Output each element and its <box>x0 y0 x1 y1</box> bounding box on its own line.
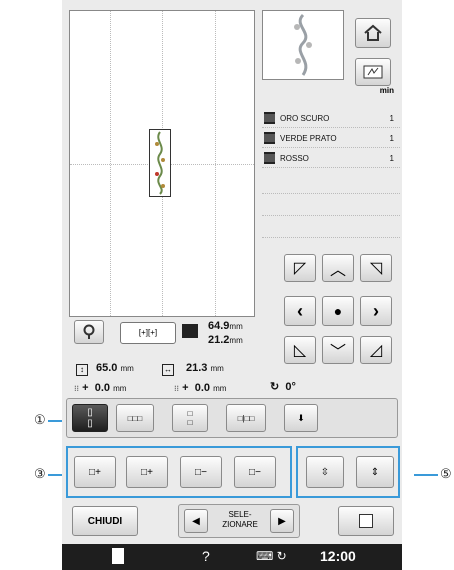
set-button[interactable] <box>338 506 394 536</box>
repeat-cut-button[interactable]: ⇳ <box>306 456 344 488</box>
floral-motif-icon <box>155 131 165 195</box>
move-up-button[interactable]: ︿ <box>322 254 354 282</box>
vertical-offset: ⁝⁝ + 0.0 mm <box>74 382 127 394</box>
thread-row[interactable]: ORO SCURO 1 <box>262 108 400 128</box>
add-spacing-bottom-button[interactable]: □+ <box>126 456 168 488</box>
home-button[interactable] <box>355 18 391 48</box>
embroidery-screen: min ORO SCURO 1 VERDE PRATO 1 ROSSO 1 ◸ ︿ ◹… <box>62 0 402 570</box>
status-bar: ? ⌨ ↻ 12:00 <box>62 544 402 570</box>
vertical-position: 65.0 mm <box>96 362 134 374</box>
home-icon <box>364 24 382 41</box>
move-down-button[interactable]: ﹀ <box>322 336 354 364</box>
move-up-right-button[interactable]: ◹ <box>360 254 392 282</box>
embroidery-canvas <box>69 10 255 317</box>
horizontal-offset: ⁝⁝ + 0.0 mm <box>174 382 227 394</box>
move-down-right-button[interactable]: ◿ <box>360 336 392 364</box>
horizontal-position: 21.3 mm <box>186 362 224 374</box>
select-previous-button[interactable]: ◀ <box>184 509 208 533</box>
rotation-angle: ↻ 0° <box>270 381 296 393</box>
threads-header: min <box>379 86 394 95</box>
sewing-icon <box>363 65 383 79</box>
clock: 12:00 <box>320 548 356 564</box>
repeat-extend-button[interactable]: ⇕ <box>356 456 394 488</box>
select-next-button[interactable]: ▶ <box>270 509 294 533</box>
zoom-button[interactable] <box>74 320 104 344</box>
thread-row[interactable]: ROSSO 1 <box>262 148 400 168</box>
design-thumbnail <box>262 10 344 80</box>
sewing-machine-button[interactable] <box>355 58 391 86</box>
callout-5-line <box>414 474 438 476</box>
move-center-button[interactable]: ● <box>322 296 354 326</box>
reduce-spacing-top-button[interactable]: □− <box>180 456 222 488</box>
floral-thumbnail-icon <box>294 13 312 76</box>
close-button[interactable]: CHIUDI <box>72 506 138 536</box>
move-left-button[interactable]: ‹ <box>284 296 316 326</box>
callout-5: ⑤ <box>440 466 452 481</box>
hoop-size-icon: [+][+] <box>120 322 176 344</box>
vertical-split-button[interactable]: □ □ <box>172 404 208 432</box>
callout-1: ① <box>34 412 46 427</box>
design-preview[interactable] <box>149 129 171 197</box>
reduce-spacing-bottom-button[interactable]: □− <box>234 456 276 488</box>
rotate-icon: ↻ <box>270 381 280 393</box>
vertical-position-icon: ↕ <box>76 364 88 376</box>
move-up-left-button[interactable]: ◸ <box>284 254 316 282</box>
callout-3: ③ <box>34 466 46 481</box>
vertical-repeat-button[interactable]: ▯ ▯ <box>72 404 108 432</box>
add-spacing-top-button[interactable]: □+ <box>74 456 116 488</box>
spool-icon <box>264 112 275 124</box>
thread-row[interactable]: VERDE PRATO 1 <box>262 128 400 148</box>
size-icon <box>182 324 198 338</box>
status-icons: ⌨ ↻ <box>256 549 287 563</box>
design-height: 64.9mm <box>208 320 243 332</box>
design-width: 21.2mm <box>208 334 243 346</box>
horizontal-split-button[interactable]: □|□□ <box>226 404 266 432</box>
magnifier-icon <box>83 324 95 339</box>
spool-icon <box>264 152 275 164</box>
horizontal-position-icon: ↔ <box>162 364 174 376</box>
mark-button[interactable]: ⬇ <box>284 404 318 432</box>
move-right-button[interactable]: › <box>360 296 392 326</box>
move-down-left-button[interactable]: ◺ <box>284 336 316 364</box>
select-label: SELE- ZIONARE <box>222 510 258 529</box>
document-icon[interactable] <box>112 548 124 564</box>
horizontal-repeat-button[interactable]: □□□ <box>116 404 154 432</box>
thread-color-list: min ORO SCURO 1 VERDE PRATO 1 ROSSO 1 <box>262 84 400 252</box>
help-button[interactable]: ? <box>202 548 210 564</box>
square-icon <box>359 514 373 528</box>
spool-icon <box>264 132 275 144</box>
